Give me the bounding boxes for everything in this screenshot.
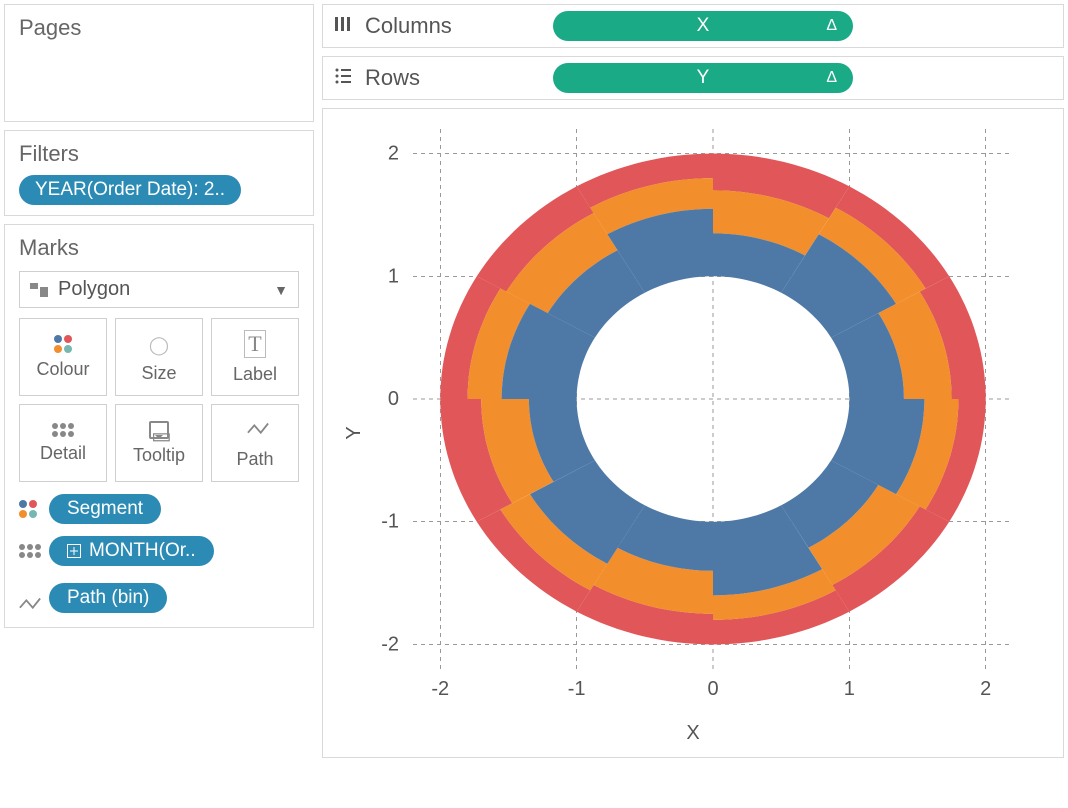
marks-card: Marks Polygon ▼ Colour Size T <box>4 224 314 628</box>
mark-assignment-path[interactable]: Path (bin) <box>19 578 299 617</box>
pill-path-bin[interactable]: Path (bin) <box>49 583 167 613</box>
y-axis-label: Y <box>343 426 366 439</box>
rows-label: Rows <box>365 65 420 91</box>
tooltip-icon <box>149 421 169 439</box>
label-icon: T <box>244 330 265 358</box>
colour-icon <box>54 335 72 353</box>
pages-title: Pages <box>19 15 299 41</box>
path-icon <box>19 578 41 617</box>
filters-title: Filters <box>19 141 299 167</box>
agg-icon: Δ <box>826 69 837 87</box>
mark-type-label: Polygon <box>58 278 130 301</box>
mark-btn-label: Size <box>141 363 176 384</box>
columns-pill-x[interactable]: X Δ <box>553 11 853 41</box>
mark-btn-label: Colour <box>36 359 89 380</box>
pill-segment[interactable]: Segment <box>49 494 161 524</box>
svg-text:-2: -2 <box>381 633 399 655</box>
mark-detail-button[interactable]: Detail <box>19 404 107 482</box>
polygon-icon <box>30 283 48 297</box>
chart-canvas: -2 -1 0 1 2 -2 -1 0 1 2 <box>323 109 1063 749</box>
filter-pill-year[interactable]: YEAR(Order Date): 2.. <box>19 175 241 205</box>
svg-text:2: 2 <box>980 678 991 700</box>
expand-icon[interactable] <box>67 544 81 558</box>
pill-label: Segment <box>67 498 143 520</box>
mark-assignment-colour[interactable]: Segment <box>19 494 299 524</box>
mark-btn-label: Label <box>233 364 277 385</box>
mark-btn-label: Detail <box>40 443 86 464</box>
path-icon <box>241 417 269 443</box>
svg-text:2: 2 <box>388 143 399 165</box>
svg-text:0: 0 <box>388 388 399 410</box>
mark-type-select[interactable]: Polygon ▼ <box>19 271 299 308</box>
rows-icon <box>333 65 353 91</box>
mark-assignment-detail[interactable]: MONTH(Or.. <box>19 536 299 566</box>
pill-label: X <box>697 15 710 37</box>
visualization-pane[interactable]: Y X -2 -1 0 1 2 -2 -1 0 1 2 <box>322 108 1064 758</box>
pill-label: MONTH(Or.. <box>89 540 196 562</box>
pages-shelf[interactable]: Pages <box>4 4 314 122</box>
svg-text:1: 1 <box>844 678 855 700</box>
filters-shelf[interactable]: Filters YEAR(Order Date): 2.. <box>4 130 314 216</box>
chevron-down-icon: ▼ <box>274 282 288 298</box>
agg-icon: Δ <box>826 17 837 35</box>
mark-label-button[interactable]: T Label <box>211 318 299 396</box>
columns-label: Columns <box>365 13 452 39</box>
size-icon <box>149 331 169 357</box>
svg-text:-2: -2 <box>431 678 449 700</box>
svg-text:-1: -1 <box>568 678 586 700</box>
mark-tooltip-button[interactable]: Tooltip <box>115 404 203 482</box>
filter-pill-label: YEAR(Order Date): 2.. <box>35 179 225 201</box>
rows-shelf[interactable]: Rows Y Δ <box>322 56 1064 100</box>
columns-icon <box>333 13 353 39</box>
svg-text:0: 0 <box>707 678 718 700</box>
detail-icon <box>52 423 74 437</box>
svg-text:-1: -1 <box>381 511 399 533</box>
pill-label: Path (bin) <box>67 587 149 609</box>
mark-path-button[interactable]: Path <box>211 404 299 482</box>
pill-label: Y <box>697 67 710 89</box>
mark-size-button[interactable]: Size <box>115 318 203 396</box>
mark-btn-label: Path <box>236 449 273 470</box>
detail-icon <box>19 544 41 558</box>
svg-text:1: 1 <box>388 265 399 287</box>
x-axis-label: X <box>686 722 699 745</box>
columns-shelf[interactable]: Columns X Δ <box>322 4 1064 48</box>
pill-month[interactable]: MONTH(Or.. <box>49 536 214 566</box>
marks-title: Marks <box>19 235 299 261</box>
mark-colour-button[interactable]: Colour <box>19 318 107 396</box>
colour-icon <box>19 500 41 518</box>
rows-pill-y[interactable]: Y Δ <box>553 63 853 93</box>
